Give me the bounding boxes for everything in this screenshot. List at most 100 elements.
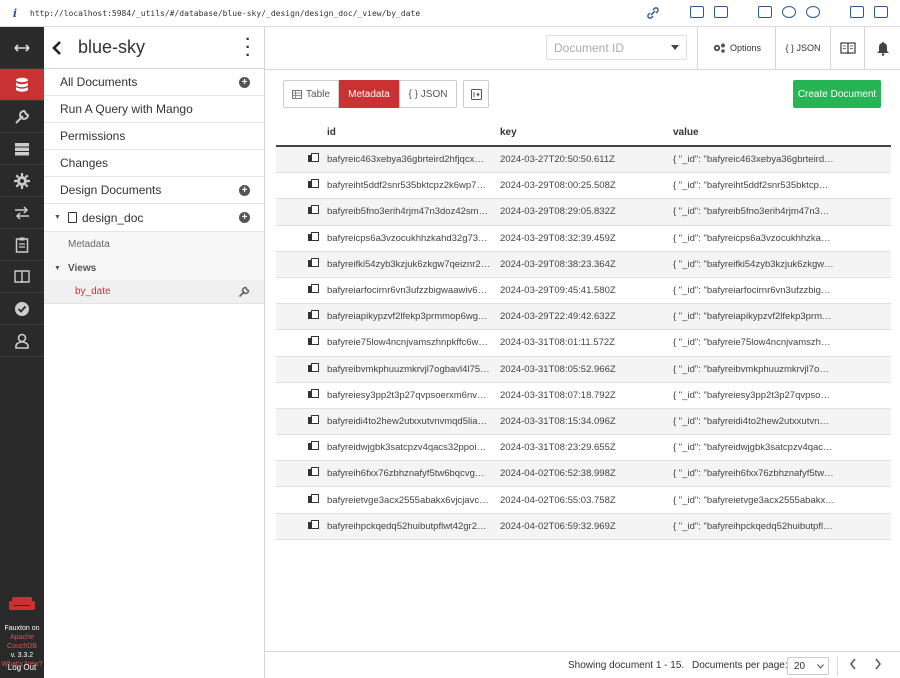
copy-icon[interactable] [308,441,319,451]
cell-id: bafyreie75low4ncnjvamszhnpkffc6w… [327,337,488,349]
target-icon[interactable] [806,6,820,18]
table-row[interactable]: bafyreic463xebya36gbrteird2hfjqcx… 2024-0… [276,147,891,174]
options-button[interactable]: Options [697,27,775,69]
table-row[interactable]: bafyreidwjgbk3satcpzv4qacs32ppoi… 2024-03… [276,435,891,462]
info-icon[interactable]: i [0,7,30,20]
column-header-key[interactable]: key [500,127,673,138]
table-row[interactable]: bafyreidi4to2hew2utxxutvnvmqd5lia… 2024-0… [276,408,891,436]
copy-icon[interactable] [308,467,319,477]
more-options-icon[interactable]: · · · [232,31,264,63]
column-header-value[interactable]: value [673,127,891,138]
copy-icon[interactable] [308,336,319,346]
table-row[interactable]: bafyreiapikypzvf2lfekp3prmmop6wg… 2024-03… [276,304,891,331]
table-row[interactable]: bafyreibvmkphuuzmkrvjl7ogbavl4l75… 2024-0… [276,356,891,383]
sidebar-item-design-documents[interactable]: Design Documents + [44,177,264,204]
sidebar-item-changes[interactable]: Changes [44,150,264,177]
window-icon[interactable] [758,6,772,18]
column-header-id[interactable]: id [327,127,500,138]
copy-icon[interactable] [308,493,319,504]
cell-id: bafyreihpckqedq52huibutpflwt42gr2… [327,520,487,532]
cell-value: { "_id": "bafyreiarfocirnr6vn3ufzzbig… [673,285,831,297]
copy-cell [276,179,327,192]
table-row[interactable]: bafyreie75low4ncnjvamszhnpkffc6w… 2024-03… [276,330,891,357]
copy-icon[interactable] [308,179,319,189]
table-row[interactable]: bafyreietvge3acx2555abakx6vjcjavc… 2024-0… [276,487,891,514]
url-text[interactable]: http://localhost:5984/_utils/#/database/… [30,9,646,18]
caret-down-icon[interactable]: ▼ [54,265,68,272]
nav-active-tasks[interactable] [0,133,44,165]
copy-icon[interactable] [308,388,319,399]
cell-id: bafyreiht5ddf2snr535bktcpz2k6wp7… [327,180,486,192]
table-row[interactable]: bafyreib5fno3erih4rjm47n3doz42sm… 2024-03… [276,199,891,226]
table-row[interactable]: bafyreiesy3pp2t3p27qvpsoerxm6nv… 2024-03-… [276,383,891,409]
notifications-button[interactable] [864,27,900,69]
tab-metadata[interactable]: Metadata [339,80,399,108]
tab-table[interactable]: Table [283,80,339,108]
docs-button[interactable] [830,27,864,69]
add-design-doc-icon[interactable]: + [239,185,250,196]
table-row[interactable]: bafyreih6fxx76zbhznafyf5tw6bqcvg… 2024-04… [276,461,891,488]
create-document-button[interactable]: Create Document [793,80,881,108]
brand-line-2[interactable]: Apache [0,633,44,642]
code-icon[interactable] [850,6,864,18]
per-page-select[interactable]: 20 [787,657,829,675]
table-row[interactable]: bafyreiht5ddf2snr535bktcpz2k6wp7… 2024-03… [276,173,891,200]
back-button[interactable] [44,40,70,56]
sidebar-item-views[interactable]: ▼ Views [44,256,264,280]
brand-line-3[interactable]: CouchDB [0,642,44,651]
previous-page-button[interactable] [846,658,860,672]
sidebar-item-all-documents[interactable]: All Documents + [44,69,264,96]
copy-icon[interactable] [308,231,319,242]
copy-icon[interactable] [308,362,319,373]
sidebar-item-permissions[interactable]: Permissions [44,123,264,150]
copy-icon[interactable] [308,310,319,320]
cell-value: { "_id": "bafyreic463xebya36gbrteird… [673,154,834,166]
tab-json[interactable]: { } JSON [399,80,457,108]
nav-documentation[interactable] [0,261,44,293]
wrench-icon[interactable] [238,286,250,298]
table-row[interactable]: bafyreifki54zyb3kzjuk6zkgw7qeiznr2… 2024-… [276,251,891,278]
table-icon [292,89,303,99]
sidebar-toggle-icon[interactable] [874,6,888,18]
sidebar-item-view-by-date[interactable]: by_date [44,280,264,304]
copy-icon[interactable] [308,153,319,163]
copy-icon[interactable] [308,519,319,530]
nav-setup[interactable] [0,101,44,133]
add-document-icon[interactable]: + [239,77,250,88]
globe-icon[interactable] [782,6,796,18]
screenshot-icon[interactable] [690,6,704,18]
camera-icon[interactable] [714,6,728,18]
database-icon [16,77,28,92]
copy-icon[interactable] [308,284,319,294]
sidebar-item-design-doc[interactable]: ▼ design_doc + [44,204,264,232]
copy-icon[interactable] [308,205,319,215]
table-body: bafyreic463xebya36gbrteird2hfjqcx… 2024-0… [276,147,891,540]
add-view-icon[interactable]: + [239,212,250,223]
cell-key: 2024-04-02T06:52:38.998Z [500,468,616,480]
expand-nav-button[interactable] [0,27,44,69]
toggle-header-button[interactable] [463,80,489,108]
nav-active-tasks-list[interactable] [0,229,44,261]
nav-user[interactable] [0,325,44,357]
logout-link[interactable]: Log Out [0,663,44,672]
documents-table: id key value bafyreic463xebya36gbrteird2… [276,120,891,540]
nav-verify[interactable] [0,293,44,325]
next-page-button[interactable] [871,658,885,672]
table-row[interactable]: bafyreiarfocirnr6vn3ufzzbigwaawiv6… 2024-… [276,278,891,305]
per-page-label: Documents per page: [692,659,788,671]
sidebar-item-mango-query[interactable]: Run A Query with Mango [44,96,264,123]
table-row[interactable]: bafyreihpckqedq52huibutpflwt42gr2… 2024-0… [276,513,891,540]
nav-databases[interactable] [0,69,44,101]
sidebar-item-metadata[interactable]: Metadata [44,232,264,256]
caret-down-icon[interactable]: ▼ [54,214,68,221]
link-icon[interactable] [646,6,660,20]
nav-config[interactable] [0,165,44,197]
cell-key: 2024-03-27T20:50:50.611Z [500,154,615,166]
table-row[interactable]: bafyreicps6a3vzocukhhzkahd32g73… 2024-03-… [276,226,891,252]
json-button[interactable]: { } JSON [775,27,830,69]
copy-icon[interactable] [308,257,319,268]
copy-icon[interactable] [308,414,319,425]
nav-replication[interactable] [0,197,44,229]
cell-value: { "_id": "bafyreiht5ddf2snr535bktcp… [673,180,829,192]
document-id-select[interactable]: Document ID [546,35,687,60]
